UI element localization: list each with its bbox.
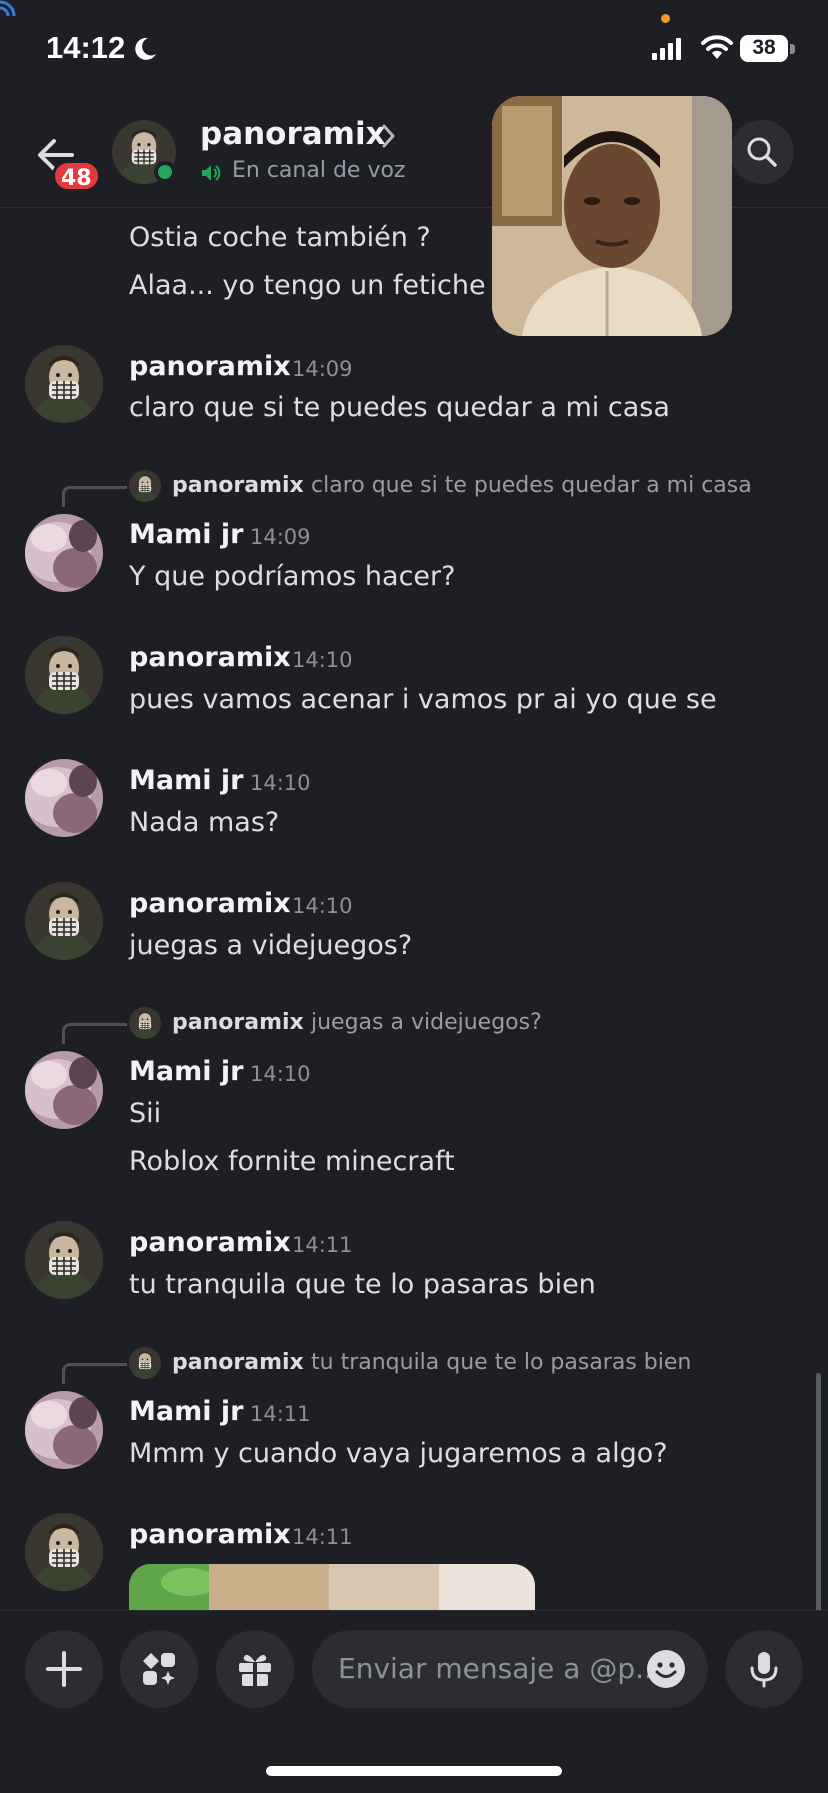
message-author[interactable]: panoramix: [129, 642, 291, 673]
message-timestamp: 14:11: [250, 1402, 311, 1426]
message-text: Y que podríamos hacer?: [129, 561, 456, 592]
message-text: Sii: [129, 1098, 162, 1129]
apps-icon: [143, 1653, 175, 1685]
avatar[interactable]: [25, 1513, 103, 1591]
message-timestamp: 14:10: [250, 771, 311, 795]
message-text: Roblox fornite minecraft: [129, 1146, 455, 1177]
avatar[interactable]: [25, 345, 103, 423]
voice-message-button[interactable]: [725, 1630, 803, 1708]
avatar: [129, 1347, 161, 1379]
search-button[interactable]: [730, 120, 794, 184]
speaker-icon: [202, 165, 221, 181]
chevron-right-icon[interactable]: [380, 122, 398, 150]
message-author[interactable]: panoramix: [129, 1519, 291, 1550]
plus-icon: [46, 1651, 82, 1687]
message-input-placeholder: Enviar mensaje a @p..: [338, 1652, 653, 1685]
reply-preview[interactable]: juegas a videjuegos?: [311, 1010, 542, 1035]
avatar[interactable]: [25, 636, 103, 714]
add-button[interactable]: [25, 1630, 103, 1708]
message-text: Nada mas?: [129, 807, 280, 838]
message-text: juegas a videjuegos?: [129, 930, 413, 961]
message-text: Ostia coche también ?: [129, 222, 431, 253]
message-author[interactable]: panoramix: [129, 1227, 291, 1258]
message-timestamp: 14:10: [250, 1062, 311, 1086]
message-author[interactable]: panoramix: [129, 351, 291, 382]
image-attachment[interactable]: [129, 1564, 535, 1610]
wifi-icon: [701, 35, 733, 59]
reply-preview[interactable]: tu tranquila que te lo pasaras bien: [311, 1350, 691, 1375]
search-icon: [747, 137, 777, 167]
battery-level: 38: [752, 36, 776, 59]
gift-icon: [239, 1654, 271, 1686]
reply-preview[interactable]: claro que si te puedes quedar a mi casa: [311, 473, 752, 498]
message-author[interactable]: panoramix: [129, 888, 291, 919]
status-bar: 14:12 38: [0, 0, 828, 100]
message-text: Alaa... yo tengo un fetiche: [129, 270, 486, 301]
microphone-icon: [750, 1652, 778, 1688]
reply-connector: [62, 486, 127, 507]
privacy-indicator: [661, 14, 670, 23]
message-timestamp: 14:11: [292, 1525, 353, 1549]
battery-icon: 38: [740, 35, 796, 62]
message-timestamp: 14:09: [292, 357, 353, 381]
message-text: Mmm y cuando vaya jugaremos a algo?: [129, 1438, 668, 1469]
home-indicator[interactable]: [266, 1766, 562, 1776]
reply-author[interactable]: panoramix: [172, 1350, 304, 1375]
online-status-dot: [154, 161, 176, 183]
message-text: claro que si te puedes quedar a mi casa: [129, 392, 670, 423]
reply-author[interactable]: panoramix: [172, 1010, 304, 1035]
scrollbar[interactable]: [816, 1373, 821, 1610]
reply-author[interactable]: panoramix: [172, 473, 304, 498]
call-indicator-icon: [0, 0, 16, 17]
message-timestamp: 14:10: [292, 894, 353, 918]
gift-button[interactable]: [216, 1630, 294, 1708]
message-author[interactable]: Mami jr: [129, 1396, 243, 1427]
avatar[interactable]: [25, 1221, 103, 1299]
emoji-icon[interactable]: [646, 1649, 686, 1689]
avatar: [129, 1007, 161, 1039]
avatar: [129, 470, 161, 502]
status-time: 14:12: [46, 30, 126, 65]
voice-channel-status: En canal de voz: [232, 158, 406, 183]
avatar[interactable]: [25, 882, 103, 960]
apps-button[interactable]: [120, 1630, 198, 1708]
moon-icon: [135, 37, 156, 60]
reply-connector: [62, 1023, 127, 1044]
avatar[interactable]: [25, 514, 103, 592]
avatar[interactable]: [25, 1391, 103, 1469]
message-author[interactable]: Mami jr: [129, 765, 243, 796]
message-author[interactable]: Mami jr: [129, 519, 243, 550]
message-text: tu tranquila que te lo pasaras bien: [129, 1269, 596, 1300]
message-input[interactable]: Enviar mensaje a @p..: [312, 1630, 708, 1708]
avatar[interactable]: [25, 759, 103, 837]
message-list[interactable]: Ostia coche también ? Alaa... yo tengo u…: [0, 208, 828, 1610]
video-call-preview[interactable]: [492, 96, 732, 336]
signal-icon: [652, 38, 681, 60]
message-timestamp: 14:09: [250, 525, 311, 549]
message-text: pues vamos acenar i vamos pr ai yo que s…: [129, 684, 717, 715]
unread-badge: 48: [52, 160, 101, 192]
contact-name[interactable]: panoramix: [200, 116, 386, 152]
reply-connector: [62, 1363, 127, 1384]
message-timestamp: 14:11: [292, 1233, 353, 1257]
avatar[interactable]: [25, 1051, 103, 1129]
message-timestamp: 14:10: [292, 648, 353, 672]
message-author[interactable]: Mami jr: [129, 1056, 243, 1087]
